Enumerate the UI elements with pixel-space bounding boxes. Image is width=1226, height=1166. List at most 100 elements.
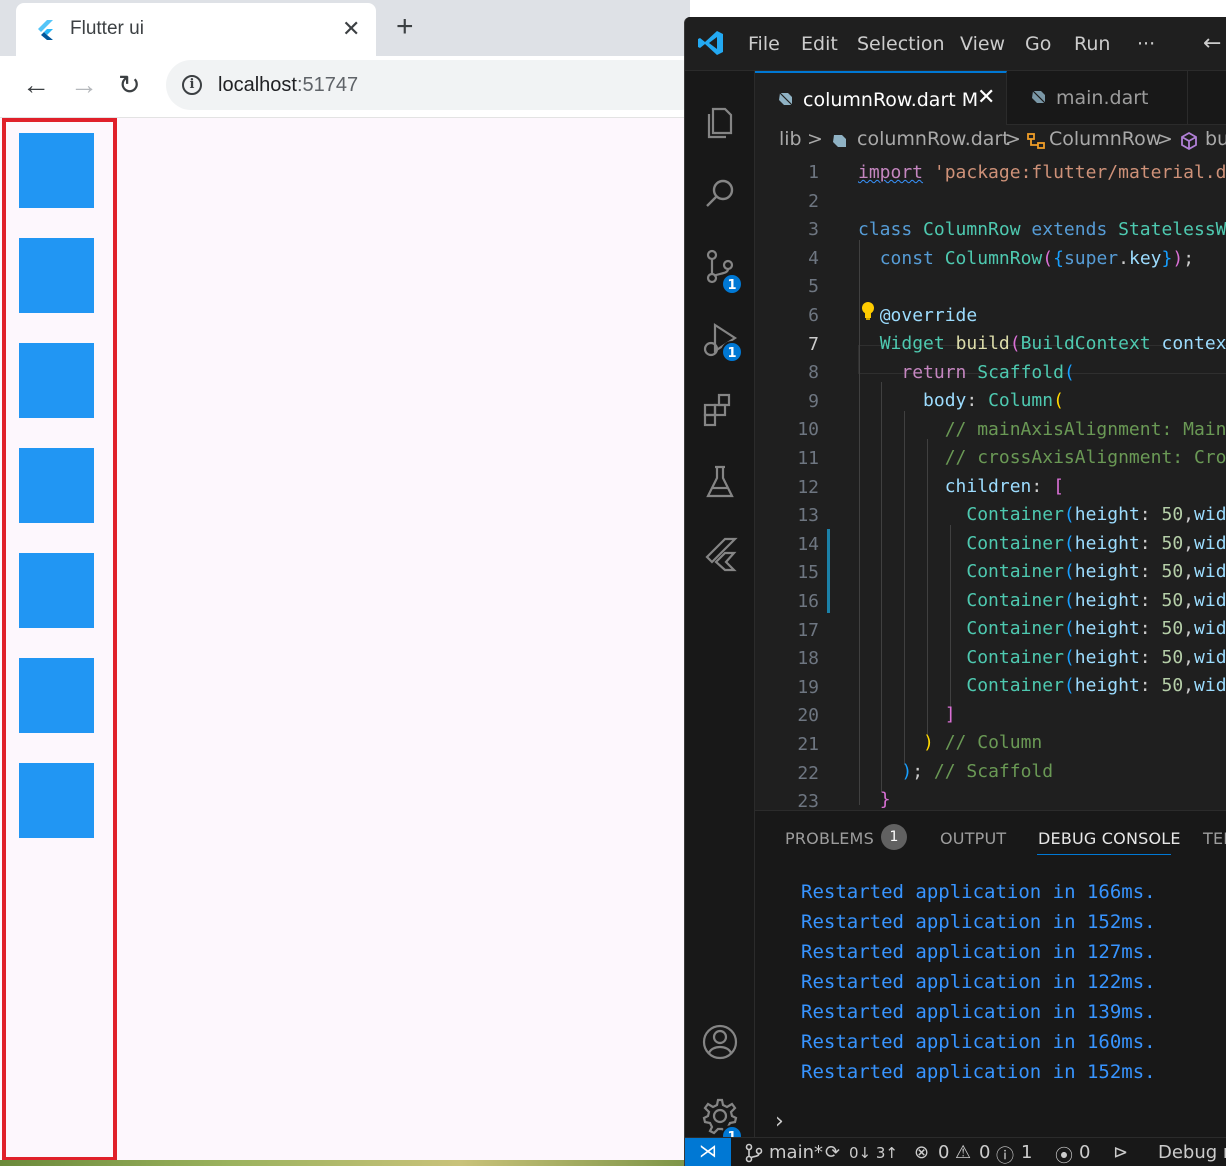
code-line-13: Container(height: 50,width: 50), [966, 504, 1226, 525]
editor-tabs: columnRow.dart M ✕ main.dart [755, 71, 1226, 125]
search-icon[interactable] [701, 175, 739, 213]
tab-filename: columnRow.dart [803, 89, 956, 111]
debug-run-icon[interactable]: ⊳ [1113, 1142, 1128, 1163]
menu-file[interactable]: File [748, 33, 780, 55]
panel-tab-terminal[interactable]: TER [1203, 829, 1226, 848]
info-icon[interactable]: ⓘ [996, 1142, 1014, 1166]
source-control-button[interactable]: 1 [685, 247, 755, 295]
code-line-14: Container(height: 50,width: 50), [966, 533, 1226, 554]
line-number: 22 [797, 762, 819, 784]
code-line-6: @override [879, 305, 978, 326]
dart-file-icon [833, 135, 846, 147]
console-line: Restarted application in 122ms. [801, 971, 1156, 993]
menu-go[interactable]: Go [1025, 33, 1051, 55]
git-branch-label[interactable]: main* [769, 1142, 823, 1163]
console-line: Restarted application in 127ms. [801, 941, 1156, 963]
code-line-18: Container(height: 50,width: 50), [966, 647, 1226, 668]
console-input-prompt[interactable]: › [775, 1109, 784, 1134]
breadcrumb-member[interactable]: bu [1205, 128, 1226, 150]
address-bar[interactable]: i localhost:51747 [166, 60, 706, 110]
line-number: 8 [808, 362, 819, 384]
line-number: 21 [797, 734, 819, 755]
menu-more[interactable]: ··· [1137, 33, 1155, 55]
site-info-icon[interactable]: i [182, 75, 202, 95]
sync-icon[interactable]: ⟳ [825, 1142, 840, 1163]
new-tab-button[interactable]: + [396, 12, 414, 42]
extensions-icon[interactable] [701, 391, 739, 429]
debug-status-label[interactable]: Debug m [1158, 1142, 1226, 1163]
console-line: Restarted application in 139ms. [801, 1001, 1156, 1023]
browser-tab-title: Flutter ui [70, 18, 144, 39]
panel-tab-output[interactable]: OUTPUT [940, 829, 1006, 848]
flutter-container-box [19, 553, 94, 628]
accounts-icon[interactable] [701, 1023, 739, 1061]
run-debug-badge: 1 [721, 341, 743, 363]
code-line-16: Container(height: 50,width: 50), [966, 590, 1226, 611]
line-number: 13 [797, 505, 819, 527]
panel-tab-problems[interactable]: PROBLEMS [785, 829, 874, 848]
line-number: 5 [808, 276, 819, 298]
url-host: localhost [218, 74, 297, 96]
close-tab-icon[interactable]: ✕ [977, 85, 995, 110]
navigate-back-icon[interactable]: ← [1203, 31, 1221, 56]
tab-columnrow-dart[interactable]: columnRow.dart M ✕ [755, 71, 1007, 125]
tab-main-dart[interactable]: main.dart [1008, 71, 1188, 125]
remote-indicator-button[interactable]: ⋊ [685, 1138, 731, 1166]
warning-count[interactable]: 0 [979, 1142, 990, 1163]
class-symbol-icon [1027, 133, 1045, 149]
code-line-22: ); // Scaffold [901, 761, 1054, 782]
manage-button[interactable]: 1 [685, 1097, 755, 1147]
code-editor[interactable]: 1 2 3 4 5 6 7 8 9 10 11 12 13 14 15 16 17 18 19 20 21 22 23 im… [755, 155, 1226, 810]
menu-run[interactable]: Run [1074, 33, 1110, 55]
back-button[interactable]: ← [22, 70, 50, 100]
ports-count[interactable]: 0 [1079, 1142, 1090, 1163]
flutter-container-box [19, 133, 94, 208]
flutter-container-box [19, 448, 94, 523]
forward-button[interactable]: → [70, 70, 98, 100]
code-line-23: } [879, 789, 891, 810]
breadcrumb-file[interactable]: columnRow.dart [857, 128, 1010, 150]
browser-tab[interactable]: Flutter ui ✕ [16, 3, 376, 56]
error-icon[interactable]: ⊗ [914, 1142, 929, 1163]
error-count[interactable]: 0 [938, 1142, 949, 1163]
tab-filename: main.dart [1056, 87, 1149, 109]
flutter-logo-icon [38, 20, 53, 40]
flutter-container-box [19, 658, 94, 733]
code-line-4: const ColumnRow({super.key}); [879, 248, 1195, 269]
flutter-icon[interactable] [701, 535, 739, 573]
ports-icon[interactable]: ⦿ [1055, 1142, 1073, 1166]
url-port: :51747 [296, 74, 359, 96]
tab-close-icon[interactable]: ✕ [342, 15, 360, 43]
warning-icon[interactable]: ⚠ [955, 1142, 971, 1163]
code-line-7: Widget build(BuildContext context) { [879, 333, 1226, 354]
menu-view[interactable]: View [960, 33, 1005, 55]
flutter-container-box [19, 343, 94, 418]
code-line-11: // crossAxisAlignment: CrossAxisAlignmen… [944, 447, 1226, 468]
git-branch-icon [745, 1143, 763, 1163]
status-bar: ⋊ main* ⟳ 0↓ 3↑ ⊗ 0 ⚠ 0 ⓘ 1 ⦿ 0 ⊳ Debug … [685, 1137, 1226, 1166]
line-number: 9 [808, 390, 819, 412]
run-debug-button[interactable]: 1 [685, 321, 755, 365]
reload-button[interactable]: ↻ [118, 70, 141, 100]
vscode-title-bar: File Edit Selection View Go Run ··· ← [685, 17, 1226, 71]
line-number: 15 [797, 562, 819, 584]
testing-flask-icon[interactable] [701, 463, 739, 501]
console-line: Restarted application in 160ms. [801, 1031, 1156, 1053]
tab-modified-indicator: M [961, 89, 979, 111]
breadcrumb-separator: > [1005, 128, 1021, 150]
console-line: Restarted application in 152ms. [801, 1061, 1156, 1083]
sync-status[interactable]: 0↓ 3↑ [849, 1144, 898, 1162]
code-line-9: body: Column( [923, 390, 1064, 411]
breadcrumb-folder[interactable]: lib [779, 128, 802, 150]
problems-count-badge: 1 [881, 824, 907, 850]
flutter-container-box [19, 763, 94, 838]
menu-selection[interactable]: Selection [857, 33, 945, 55]
url-text[interactable]: localhost:51747 [218, 74, 358, 97]
panel-tab-debug-console[interactable]: DEBUG CONSOLE [1038, 829, 1181, 848]
breadcrumb-class[interactable]: ColumnRow [1049, 128, 1161, 150]
line-number: 20 [797, 705, 819, 727]
explorer-icon[interactable] [701, 103, 739, 141]
info-count[interactable]: 1 [1021, 1142, 1032, 1163]
menu-edit[interactable]: Edit [801, 33, 838, 55]
code-line-8: return Scaffold( [901, 362, 1075, 383]
